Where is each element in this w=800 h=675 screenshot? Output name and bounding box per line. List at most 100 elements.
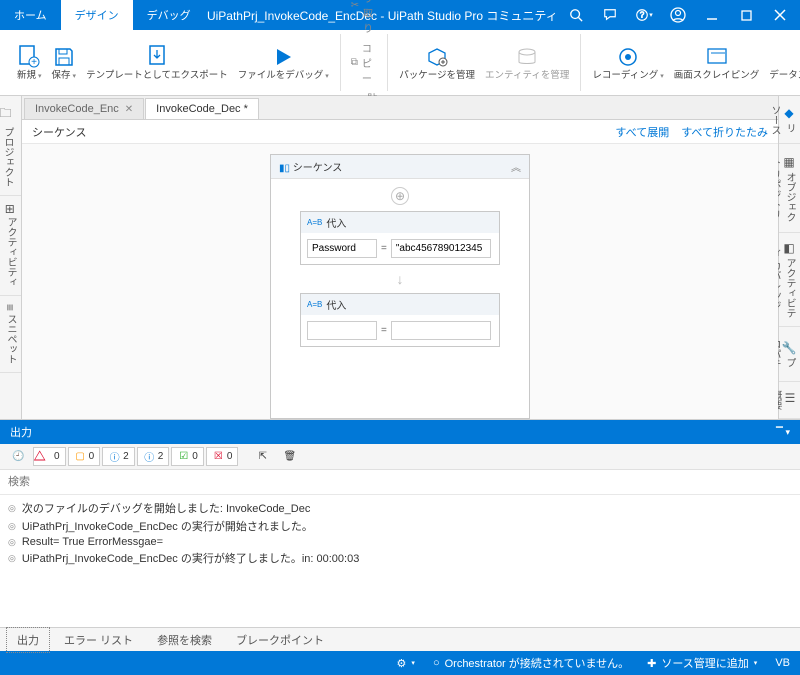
maximize-icon[interactable] xyxy=(730,0,762,30)
left-tab-snippets[interactable]: ≡スニペット xyxy=(0,296,21,373)
filter-trace[interactable]: ⓘ2 xyxy=(137,447,170,466)
log-line: UiPathPrj_InvokeCode_EncDec の実行が終了しました。i… xyxy=(22,550,359,566)
close-tab-icon[interactable]: ✕ xyxy=(125,104,133,115)
svg-text:+: + xyxy=(31,57,37,68)
assign-value-input-2[interactable] xyxy=(391,321,491,340)
sequence-activity[interactable]: ▮▯ シーケンス︽ ⊕ A=B代入 = ↓ A=B代入 xyxy=(270,154,530,419)
coverage-icon: ◧ xyxy=(782,241,796,255)
filter-warn[interactable]: ▢0 xyxy=(68,447,101,466)
search-icon[interactable] xyxy=(560,0,592,30)
repo-icon: ▦ xyxy=(782,155,796,169)
folder-icon: 🗀 xyxy=(0,104,14,124)
outline-icon: ☰ xyxy=(783,391,797,405)
cut-button[interactable]: ✂切り取り xyxy=(347,0,381,37)
save-button[interactable]: 保存 xyxy=(47,34,82,91)
status-settings[interactable]: ⚙▾ xyxy=(397,657,415,670)
assign-activity-2[interactable]: A=B代入 = xyxy=(300,293,500,347)
assign-value-input[interactable] xyxy=(391,239,491,258)
window-title: UiPathPrj_InvokeCode_EncDec - UiPath Stu… xyxy=(205,7,560,24)
info-icon: ⓘ xyxy=(108,450,121,463)
recording-button[interactable]: レコーディング xyxy=(587,34,668,91)
screen-scraping-button[interactable]: 画面スクレイピング xyxy=(669,34,765,91)
feedback-icon[interactable] xyxy=(594,0,626,30)
status-source-control[interactable]: ✚ソース管理に追加▾ xyxy=(647,655,757,671)
output-toolbar: 🕘 ⃤0 ▢0 ⓘ2 ⓘ2 ☑0 ☒0 ⇱ 🗑 xyxy=(0,444,800,470)
collapse-icon[interactable]: ︽ xyxy=(511,159,521,174)
status-orchestrator[interactable]: ○Orchestrator が接続されていません。 xyxy=(433,655,629,671)
output-search-input[interactable] xyxy=(8,473,792,491)
cut-icon: ✂ xyxy=(351,0,359,11)
filter-fail[interactable]: ☒0 xyxy=(206,447,239,466)
close-icon[interactable] xyxy=(764,0,796,30)
clock-icon: 🕘 xyxy=(12,450,25,463)
check-icon: ☑ xyxy=(177,450,190,463)
assign-var-input[interactable] xyxy=(307,239,377,258)
minimize-icon[interactable] xyxy=(696,0,728,30)
bottom-tab-errors[interactable]: エラー リスト xyxy=(54,628,143,652)
svg-text:?: ? xyxy=(640,11,645,20)
snippet-icon: ≡ xyxy=(3,304,17,311)
right-tab-resources[interactable]: ◆リソース xyxy=(779,96,800,144)
assign-var-input-2[interactable] xyxy=(307,321,377,340)
bottom-tabs: 出力 エラー リスト 参照を検索 ブレークポイント xyxy=(0,627,800,651)
copy-icon: ⧉ xyxy=(351,57,358,68)
output-panel: 出力 ▔ ▾ 🕘 ⃤0 ▢0 ⓘ2 ⓘ2 ☑0 ☒0 ⇱ 🗑 ◎次のファイルのデ… xyxy=(0,419,800,627)
activity-icon: ⊞ xyxy=(3,204,17,214)
left-sidebar: 🗀プロジェクト ⊞アクティビティ ≡スニペット xyxy=(0,96,22,419)
titlebar: ホーム デザイン デバッグ UiPathPrj_InvokeCode_EncDe… xyxy=(0,0,800,30)
status-language[interactable]: VB xyxy=(775,657,790,669)
doc-tab-dec[interactable]: InvokeCode_Dec * xyxy=(145,98,259,119)
output-log: ◎次のファイルのデバッグを開始しました: InvokeCode_Dec ◎UiP… xyxy=(0,495,800,627)
export-log-button[interactable]: ⇱ xyxy=(250,447,275,466)
data-scraping-button[interactable]: データスクレイピング xyxy=(764,34,800,91)
help-icon[interactable]: ? ▾ xyxy=(628,0,660,30)
right-tab-outline[interactable]: ☰概要 xyxy=(779,382,800,419)
doc-tab-enc[interactable]: InvokeCode_Enc✕ xyxy=(24,98,144,119)
document-tabs: InvokeCode_Enc✕ InvokeCode_Dec * xyxy=(22,96,778,120)
circle-icon: ○ xyxy=(433,657,440,669)
gear-icon: ⚙ xyxy=(397,657,407,670)
collapse-all-link[interactable]: すべて折りたたみ xyxy=(681,124,768,140)
tab-home[interactable]: ホーム xyxy=(0,0,61,30)
left-tab-project[interactable]: 🗀プロジェクト xyxy=(0,96,21,196)
filter-success[interactable]: ☑0 xyxy=(171,447,204,466)
resource-icon: ◆ xyxy=(782,106,796,120)
right-tab-object-repo[interactable]: ▦オブジェクト リポジトリ xyxy=(779,144,800,233)
right-tab-properties[interactable]: 🔧プロパティ xyxy=(779,327,800,381)
add-activity-top[interactable]: ⊕ xyxy=(391,187,409,205)
copy-button[interactable]: ⧉コピー xyxy=(347,38,381,87)
right-sidebar: ◆リソース ▦オブジェクト リポジトリ ◧アクティビティ カバレッジ 🔧プロパテ… xyxy=(778,96,800,419)
designer-canvas[interactable]: ▮▯ シーケンス︽ ⊕ A=B代入 = ↓ A=B代入 xyxy=(22,144,778,419)
ribbon: +新規 保存 テンプレートとしてエクスポート ファイルをデバッグ ✂切り取り ⧉… xyxy=(0,30,800,96)
log-line: Result= True ErrorMessgae= xyxy=(22,536,163,548)
expand-all-link[interactable]: すべて展開 xyxy=(615,124,669,140)
bottom-tab-breakpoints[interactable]: ブレークポイント xyxy=(226,628,334,652)
manage-entities-button[interactable]: エンティティを管理 xyxy=(480,34,574,91)
user-icon[interactable] xyxy=(662,0,694,30)
bottom-tab-findref[interactable]: 参照を検索 xyxy=(147,628,222,652)
left-tab-activities[interactable]: ⊞アクティビティ xyxy=(0,196,21,296)
flow-arrow-icon: ↓ xyxy=(397,271,404,287)
export-template-button[interactable]: テンプレートとしてエクスポート xyxy=(81,34,233,91)
bottom-tab-output[interactable]: 出力 xyxy=(6,627,50,653)
tab-design[interactable]: デザイン xyxy=(61,0,133,30)
tab-debug[interactable]: デバッグ xyxy=(133,0,205,30)
clear-log-button[interactable]: 🗑 xyxy=(277,447,302,466)
trace-icon: ⓘ xyxy=(143,450,156,463)
error-icon: ⃤ xyxy=(39,450,52,463)
assign-activity-1[interactable]: A=B代入 = xyxy=(300,211,500,265)
wrench-icon: 🔧 xyxy=(782,340,796,355)
plus-icon: ✚ xyxy=(647,657,656,670)
log-line: 次のファイルのデバッグを開始しました: InvokeCode_Dec xyxy=(22,500,311,516)
new-button[interactable]: +新規 xyxy=(12,34,47,91)
filter-error[interactable]: ⃤0 xyxy=(33,447,66,466)
filter-info[interactable]: ⓘ2 xyxy=(102,447,135,466)
log-line: UiPathPrj_InvokeCode_EncDec の実行が開始されました。 xyxy=(22,518,313,534)
right-tab-coverage[interactable]: ◧アクティビティ カバレッジ xyxy=(779,233,800,327)
export-icon: ⇱ xyxy=(256,450,269,463)
debug-file-button[interactable]: ファイルをデバッグ xyxy=(233,34,334,91)
fail-icon: ☒ xyxy=(212,450,225,463)
filter-timestamp[interactable]: 🕘 xyxy=(6,447,31,466)
trash-icon: 🗑 xyxy=(283,450,296,463)
manage-packages-button[interactable]: パッケージを管理 xyxy=(394,34,480,91)
